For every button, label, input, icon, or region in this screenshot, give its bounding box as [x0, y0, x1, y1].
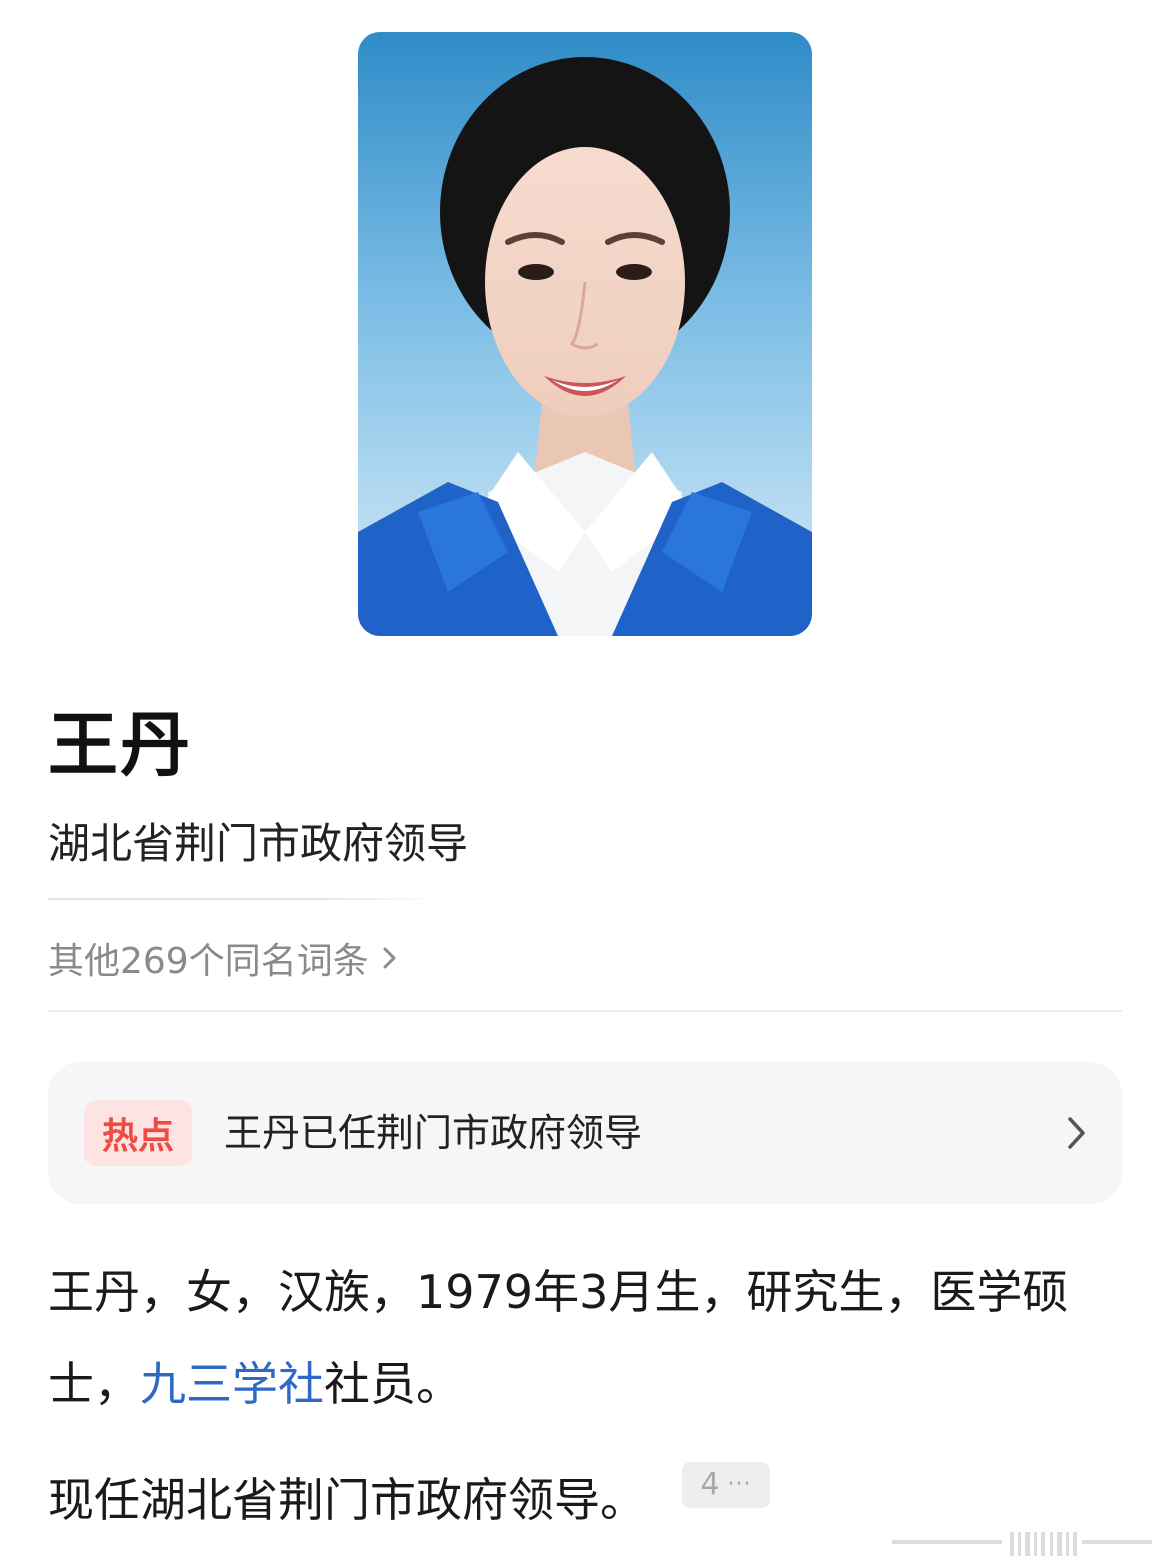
citation-badge[interactable]: 4 ···: [682, 1462, 770, 1508]
divider: [48, 1010, 1122, 1012]
profile-photo[interactable]: [358, 32, 812, 636]
chevron-right-icon: [383, 947, 396, 969]
other-entries-label: 其他269个同名词条: [48, 941, 369, 982]
hot-news-text: 王丹已任荆门市政府领导: [224, 1111, 643, 1155]
other-entries-link[interactable]: 其他269个同名词条: [48, 928, 399, 988]
hot-news-card[interactable]: 热点 王丹已任荆门市政府领导: [48, 1062, 1122, 1204]
more-icon: ···: [727, 1472, 752, 1497]
chevron-right-icon: [1068, 1117, 1085, 1149]
page-title: 王丹: [48, 704, 192, 786]
intro-paragraph: 王丹，女，汉族，1979年3月生，研究生，医学硕士，九三学社社员。: [48, 1246, 1128, 1430]
position-text: 现任湖北省荆门市政府领导。: [48, 1473, 646, 1527]
portrait-photo: [358, 32, 812, 636]
hot-badge: 热点: [84, 1100, 192, 1166]
page-subtitle: 湖北省荆门市政府领导: [48, 819, 469, 868]
jiusan-society-link[interactable]: 九三学社: [140, 1357, 324, 1411]
watermark-stripes: [892, 1532, 1152, 1556]
citation-number: 4: [700, 1467, 720, 1502]
divider: [48, 898, 440, 900]
intro-text-end: 社员。: [324, 1357, 462, 1411]
